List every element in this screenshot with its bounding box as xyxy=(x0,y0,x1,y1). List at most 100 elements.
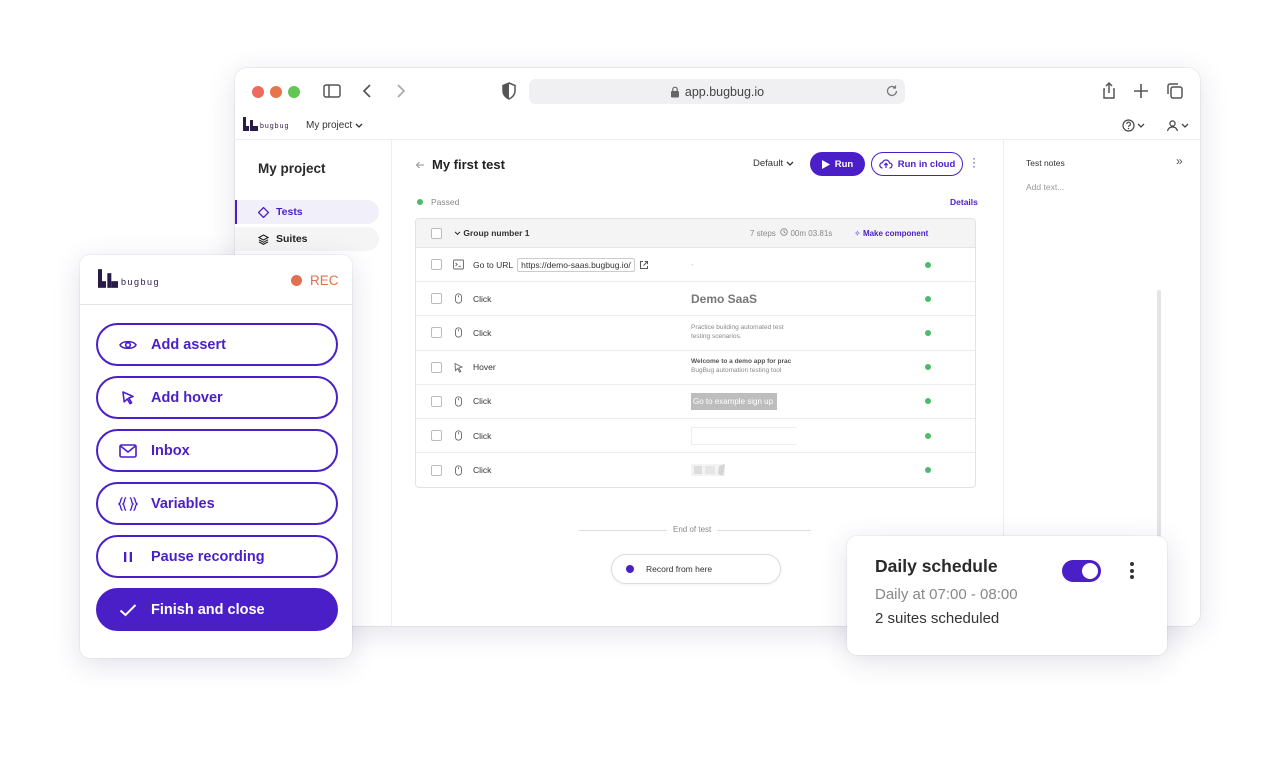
arrow-left-icon[interactable] xyxy=(415,160,425,170)
clock-icon xyxy=(780,228,788,236)
step-type: Click xyxy=(473,430,492,441)
step-checkbox[interactable] xyxy=(431,327,442,339)
play-icon xyxy=(821,159,830,169)
check-icon xyxy=(118,600,138,620)
step-checkbox[interactable] xyxy=(431,361,442,373)
step-name: Hover xyxy=(473,362,496,372)
pause-recording-button[interactable]: Pause recording xyxy=(96,535,338,578)
step-row[interactable]: Click Go to example sign up xyxy=(416,385,975,419)
url-text: app.bugbug.io xyxy=(684,84,765,99)
run-in-cloud-label: Run in cloud xyxy=(897,158,956,170)
step-row[interactable]: Click Demo SaaS xyxy=(416,282,975,317)
step-row[interactable]: Click Practice building automated test t… xyxy=(416,316,975,351)
step-preview-line: BugBug automation testing tool xyxy=(691,367,782,375)
group-name: Group number 1 xyxy=(454,228,530,238)
account-menu[interactable] xyxy=(1166,119,1189,132)
step-row[interactable]: Click xyxy=(416,419,975,454)
make-component-button[interactable]: ✧ Make component xyxy=(854,229,928,238)
step-checkbox[interactable] xyxy=(431,259,442,271)
logo-wordmark: bugbug xyxy=(260,123,290,130)
maximize-window-button[interactable] xyxy=(288,86,300,98)
step-row[interactable]: Click xyxy=(416,453,975,487)
step-status-dot xyxy=(925,364,931,371)
share-icon[interactable] xyxy=(1099,81,1119,101)
mouse-icon xyxy=(455,327,462,339)
address-bar[interactable]: app.bugbug.io xyxy=(529,79,905,104)
more-options-icon[interactable] xyxy=(1130,562,1136,582)
reload-icon[interactable] xyxy=(885,84,899,98)
bugbug-logo: bugbug xyxy=(98,269,160,288)
terminal-icon xyxy=(453,259,464,270)
sidebar-toggle-icon[interactable] xyxy=(322,81,342,101)
sidebar-item-label: Tests xyxy=(276,206,303,218)
step-checkbox[interactable] xyxy=(431,430,442,442)
sidebar-project-title: My project xyxy=(258,161,326,176)
pause-recording-label: Pause recording xyxy=(151,548,265,565)
run-in-cloud-button[interactable]: Run in cloud xyxy=(871,152,963,176)
back-icon[interactable] xyxy=(358,81,378,101)
bugbug-logo[interactable]: bugbug xyxy=(243,117,289,131)
step-checkbox[interactable] xyxy=(431,293,442,305)
group-header[interactable]: Group number 1 7 steps 00m 03.81s ✧ Make… xyxy=(416,219,975,248)
sidebar-item-tests[interactable]: Tests xyxy=(235,200,379,224)
step-name: Click xyxy=(473,465,491,475)
shield-icon[interactable] xyxy=(499,81,519,101)
component-icon: ✧ xyxy=(854,228,861,238)
step-preview: Go to example sign up xyxy=(691,392,777,410)
profile-selector[interactable]: Default xyxy=(753,158,794,169)
group-meta: 7 steps 00m 03.81s xyxy=(750,228,832,238)
new-tab-icon[interactable] xyxy=(1131,81,1151,101)
step-url: https://demo-saas.bugbug.io/ xyxy=(517,257,635,272)
project-selector[interactable]: My project xyxy=(306,120,363,131)
minimize-window-button[interactable] xyxy=(270,86,282,98)
schedule-card: Daily schedule Daily at 07:00 - 08:00 2 … xyxy=(847,536,1167,655)
notes-input[interactable]: Add text... xyxy=(1026,182,1064,192)
envelope-icon xyxy=(118,441,138,461)
notes-title: Test notes xyxy=(1026,158,1065,168)
tabs-overview-icon[interactable] xyxy=(1165,81,1185,101)
step-checkbox[interactable] xyxy=(431,464,442,476)
mouse-icon xyxy=(455,430,462,441)
record-from-here-button[interactable]: Record from here xyxy=(611,554,781,584)
step-type: Click xyxy=(473,293,492,304)
step-name: Click xyxy=(473,328,491,338)
external-link-icon[interactable] xyxy=(639,260,649,270)
inbox-button[interactable]: Inbox xyxy=(96,429,338,472)
collapse-panel-icon[interactable]: » xyxy=(1176,154,1183,168)
step-preview: Welcome to a demo app for prac BugBug au… xyxy=(691,357,797,377)
record-dot-icon xyxy=(626,565,634,573)
step-status-dot xyxy=(925,432,931,439)
step-name: Click xyxy=(473,431,491,441)
add-hover-button[interactable]: Add hover xyxy=(96,376,338,419)
close-window-button[interactable] xyxy=(252,86,264,98)
record-dot-icon xyxy=(291,275,302,286)
step-checkbox[interactable] xyxy=(431,395,442,407)
step-preview: - xyxy=(691,260,694,270)
finish-and-close-button[interactable]: Finish and close xyxy=(96,588,338,631)
group-checkbox[interactable] xyxy=(431,227,442,239)
add-assert-label: Add assert xyxy=(151,336,226,353)
sidebar-item-suites[interactable]: Suites xyxy=(235,227,379,251)
help-icon xyxy=(1122,119,1135,132)
schedule-toggle[interactable] xyxy=(1062,560,1101,582)
step-row[interactable]: Hover Welcome to a demo app for prac Bug… xyxy=(416,351,975,385)
step-preview-line: testing scenarios. xyxy=(691,332,742,340)
details-link[interactable]: Details xyxy=(950,197,978,207)
forward-icon[interactable] xyxy=(390,81,410,101)
project-selector-label: My project xyxy=(306,120,353,131)
step-row[interactable]: Go to URL https://demo-saas.bugbug.io/ - xyxy=(416,248,975,283)
help-menu[interactable] xyxy=(1122,119,1145,132)
run-button-label: Run xyxy=(834,158,854,170)
add-assert-button[interactable]: Add assert xyxy=(96,323,338,366)
variables-button[interactable]: Variables xyxy=(96,482,338,525)
run-button[interactable]: Run xyxy=(810,152,865,176)
toggle-knob xyxy=(1082,563,1098,579)
step-preview: Practice building automated test testing… xyxy=(691,323,797,343)
step-status-dot xyxy=(925,398,931,405)
inbox-label: Inbox xyxy=(151,442,190,459)
profile-selector-label: Default xyxy=(753,158,784,169)
test-header: My first test xyxy=(415,157,505,172)
steps-table: Group number 1 7 steps 00m 03.81s ✧ Make… xyxy=(415,218,976,488)
more-options-icon[interactable]: · · · xyxy=(971,152,977,172)
schedule-suites-count: 2 suites scheduled xyxy=(875,610,1000,627)
